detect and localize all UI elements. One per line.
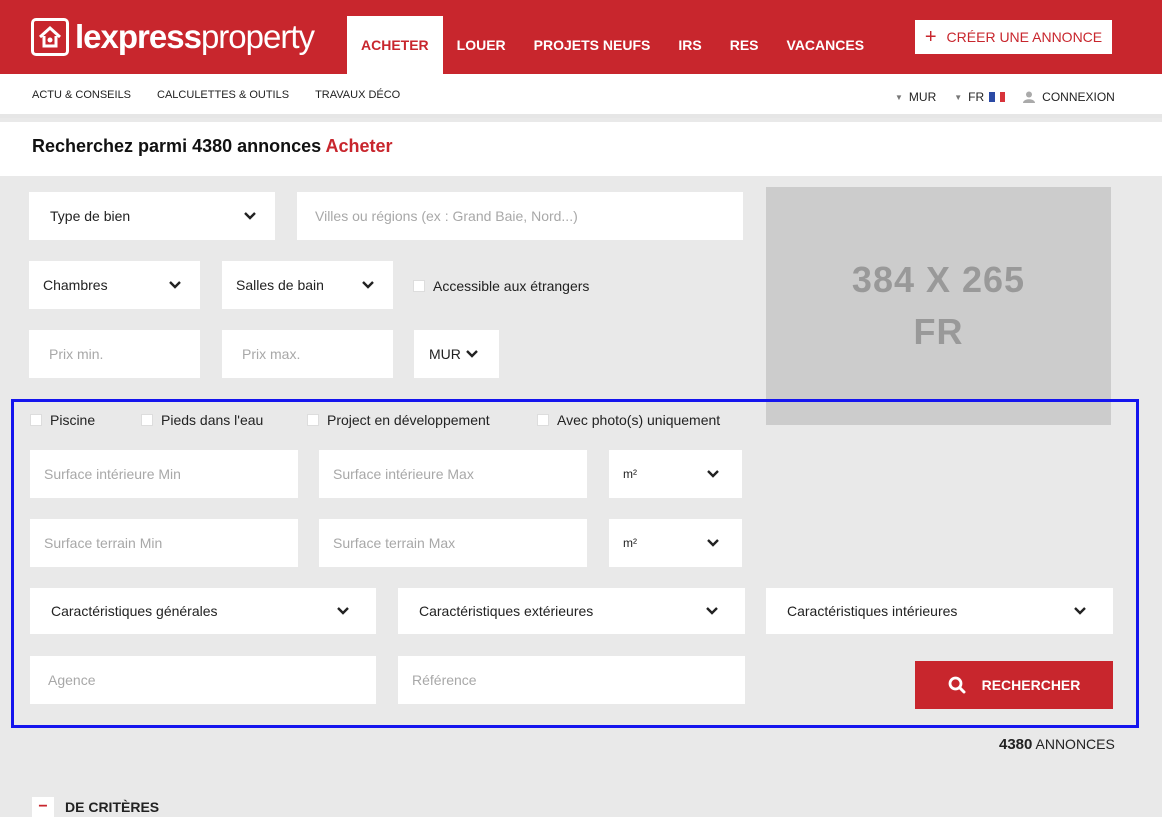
- reference-input[interactable]: Référence: [398, 656, 745, 704]
- surface-terrain-unit-select[interactable]: m²: [609, 519, 742, 567]
- agence-input[interactable]: Agence: [30, 656, 376, 704]
- less-criteria-toggle[interactable]: − DE CRITÈRES: [32, 797, 159, 817]
- surface-interieure-max-input[interactable]: Surface intérieure Max: [319, 450, 587, 498]
- surface-terrain-min-input[interactable]: Surface terrain Min: [30, 519, 298, 567]
- chevron-down-icon: [362, 281, 374, 289]
- chevron-down-icon: [707, 539, 719, 547]
- caret-down-icon: ▼: [895, 92, 903, 102]
- ad-banner[interactable]: 384 X 265 FR: [766, 187, 1111, 425]
- ad-size-label: 384 X 265: [851, 259, 1026, 300]
- currency-selector[interactable]: ▼ MUR: [895, 90, 936, 104]
- surface-interieure-unit-select[interactable]: m²: [609, 450, 742, 498]
- nav-projets-neufs[interactable]: PROJETS NEUFS: [520, 16, 665, 74]
- sub-nav: ACTU & CONSEILS CALCULETTES & OUTILS TRA…: [0, 74, 1162, 118]
- plus-icon: +: [924, 26, 937, 48]
- language-label: FR: [968, 90, 985, 104]
- checkbox-square: [413, 280, 425, 292]
- salles-de-bain-select[interactable]: Salles de bain: [222, 261, 393, 309]
- pieds-dans-eau-checkbox[interactable]: Pieds dans l'eau: [141, 412, 263, 428]
- prix-max-input[interactable]: Prix max.: [222, 330, 393, 378]
- chevron-down-icon: [1074, 607, 1086, 615]
- page-title-accent: Acheter: [325, 136, 393, 156]
- caracteristiques-generales-select[interactable]: Caractéristiques générales: [30, 588, 376, 634]
- location-input[interactable]: Villes ou régions (ex : Grand Baie, Nord…: [297, 192, 743, 240]
- accessible-etrangers-checkbox[interactable]: Accessible aux étrangers: [413, 278, 589, 294]
- checkbox-square: [30, 414, 42, 426]
- search-button[interactable]: RECHERCHER: [915, 661, 1113, 709]
- chevron-down-icon: [244, 212, 256, 220]
- nav-vacances[interactable]: VACANCES: [773, 16, 879, 74]
- logo[interactable]: lexpressproperty: [31, 14, 315, 60]
- devise-select[interactable]: MUR: [414, 330, 499, 378]
- link-travaux-deco[interactable]: TRAVAUX DÉCO: [315, 89, 400, 101]
- projet-developpement-checkbox[interactable]: Project en développement: [307, 412, 490, 428]
- results-count-number: 4380: [999, 736, 1033, 753]
- search-icon: [948, 676, 966, 694]
- nav-louer[interactable]: LOUER: [443, 16, 520, 74]
- nav-irs[interactable]: IRS: [664, 16, 715, 74]
- less-criteria-label: DE CRITÈRES: [65, 799, 160, 815]
- chevron-down-icon: [169, 281, 181, 289]
- currency-label: MUR: [908, 90, 937, 104]
- chevron-down-icon: [707, 470, 719, 478]
- chevron-down-icon: [706, 607, 718, 615]
- caracteristiques-exterieures-select[interactable]: Caractéristiques extérieures: [398, 588, 745, 634]
- caracteristiques-interieures-select[interactable]: Caractéristiques intérieures: [766, 588, 1113, 634]
- surface-interieure-min-input[interactable]: Surface intérieure Min: [30, 450, 298, 498]
- chevron-down-icon: [466, 350, 478, 358]
- checkbox-square: [537, 414, 549, 426]
- create-listing-label: CRÉER UNE ANNONCE: [946, 29, 1103, 45]
- chevron-down-icon: [337, 607, 349, 615]
- top-bar: lexpressproperty ACHETER LOUER PROJETS N…: [0, 0, 1162, 74]
- avec-photo-checkbox[interactable]: Avec photo(s) uniquement: [537, 412, 720, 428]
- piscine-checkbox[interactable]: Piscine: [30, 412, 95, 428]
- search-button-label: RECHERCHER: [981, 677, 1081, 693]
- minus-icon: −: [32, 797, 54, 817]
- results-count-label: ANNONCES: [1035, 736, 1115, 752]
- results-count: 4380 ANNONCES: [999, 736, 1115, 753]
- type-de-bien-select[interactable]: Type de bien: [29, 192, 275, 240]
- create-listing-button[interactable]: + CRÉER UNE ANNONCE: [915, 20, 1112, 54]
- prix-min-input[interactable]: Prix min.: [29, 330, 200, 378]
- main-nav: ACHETER LOUER PROJETS NEUFS IRS RES VACA…: [347, 16, 878, 74]
- caret-down-icon: ▼: [954, 92, 963, 102]
- login-label: CONNEXION: [1042, 90, 1115, 104]
- nav-acheter[interactable]: ACHETER: [347, 16, 443, 74]
- link-actu-conseils[interactable]: ACTU & CONSEILS: [32, 89, 131, 101]
- page-title: Recherchez parmi 4380 annonces Acheter: [32, 136, 393, 156]
- link-calculettes-outils[interactable]: CALCULETTES & OUTILS: [157, 89, 289, 101]
- checkbox-square: [307, 414, 319, 426]
- french-flag-icon: [989, 92, 1006, 102]
- surface-terrain-max-input[interactable]: Surface terrain Max: [319, 519, 587, 567]
- house-logo-icon: [31, 18, 69, 56]
- user-icon: [1023, 91, 1036, 103]
- language-selector[interactable]: ▼ FR: [954, 90, 1006, 104]
- login-link[interactable]: CONNEXION: [1023, 90, 1115, 104]
- ad-lang-label: FR: [913, 311, 964, 352]
- logo-text: lexpressproperty: [75, 18, 315, 55]
- nav-res[interactable]: RES: [716, 16, 773, 74]
- chambres-select[interactable]: Chambres: [29, 261, 200, 309]
- checkbox-square: [141, 414, 153, 426]
